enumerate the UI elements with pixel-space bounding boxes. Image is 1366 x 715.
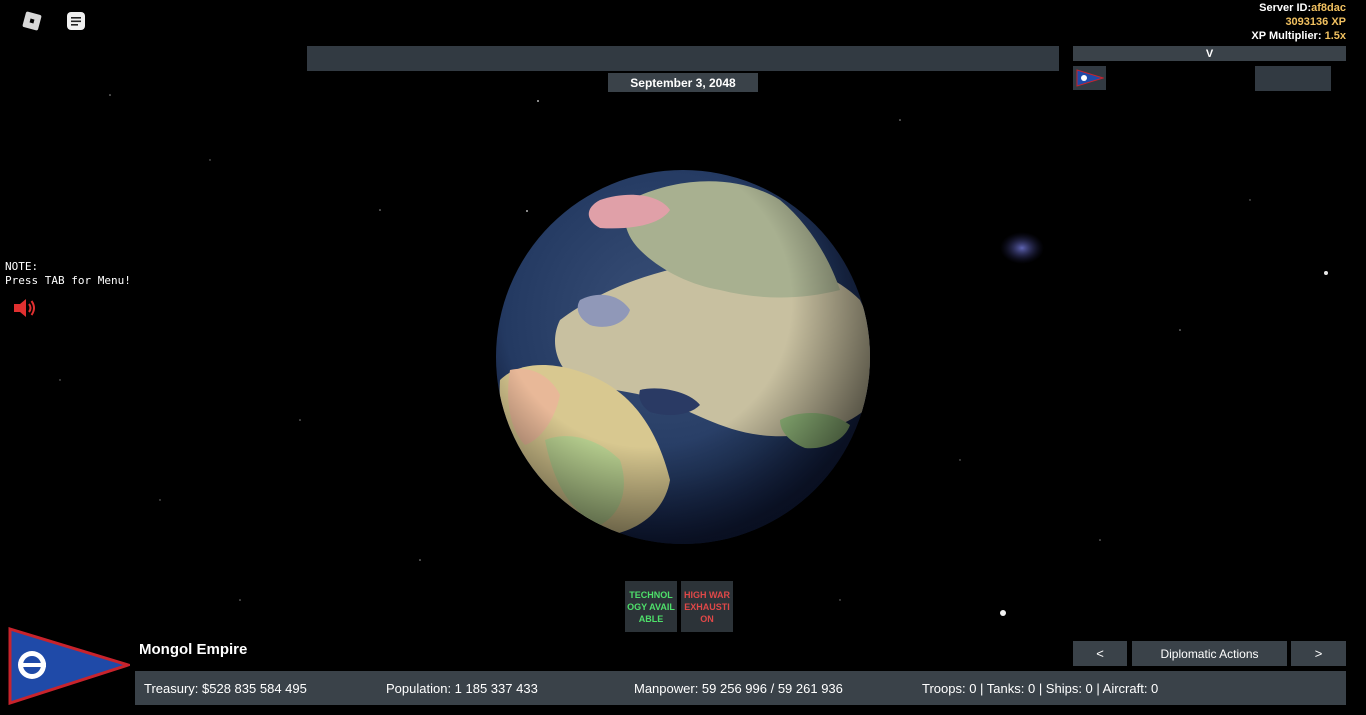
treasury-stat: Treasury: $528 835 584 495 (144, 681, 307, 696)
top-status-bar (307, 46, 1059, 71)
roblox-logo-icon (22, 11, 42, 31)
xp-multiplier-label: XP Multiplier: (1251, 30, 1322, 42)
mongol-empire-flag-icon (1076, 69, 1104, 87)
server-id-value: af8dac (1311, 2, 1346, 14)
server-id-label: Server ID: (1259, 2, 1312, 14)
country-name: Mongol Empire (139, 641, 248, 658)
technology-available-alert[interactable]: TECHNOLOGY AVAILABLE (625, 581, 677, 632)
country-stats-bar: Treasury: $528 835 584 495 Population: 1… (135, 671, 1346, 705)
menu-hint: NOTE: Press TAB for Menu! (5, 260, 131, 288)
chat-icon (67, 12, 85, 30)
diplomacy-prev-button[interactable]: < (1073, 641, 1127, 666)
note-text: Press TAB for Menu! (5, 274, 131, 287)
server-info: Server ID:af8dac 3093136 XP XP Multiplie… (1251, 1, 1346, 43)
diplomatic-actions-button[interactable]: Diplomatic Actions (1132, 641, 1287, 666)
note-label: NOTE: (5, 260, 39, 273)
sound-toggle-button[interactable] (12, 296, 38, 320)
side-panel-country-button[interactable] (1073, 66, 1106, 90)
xp-multiplier-value: 1.5x (1324, 30, 1346, 42)
military-stat: Troops: 0 | Tanks: 0 | Ships: 0 | Aircra… (922, 681, 1159, 696)
xp-total: 3093136 XP (1285, 16, 1346, 28)
roblox-menu-button[interactable] (20, 9, 44, 33)
side-panel-toggle[interactable]: V (1073, 46, 1346, 61)
war-exhaustion-alert[interactable]: HIGH WAR EXHAUSTION (681, 581, 733, 632)
chat-button[interactable] (63, 8, 89, 34)
globe[interactable] (496, 170, 876, 544)
country-flag-button[interactable] (8, 626, 134, 706)
speaker-icon (14, 299, 35, 317)
side-panel-slot[interactable] (1255, 66, 1331, 91)
nebula (1000, 232, 1044, 264)
game-date: September 3, 2048 (608, 73, 758, 92)
pennant-flag-icon (8, 626, 134, 706)
manpower-stat: Manpower: 59 256 996 / 59 261 936 (634, 681, 843, 696)
diplomacy-next-button[interactable]: > (1291, 641, 1346, 666)
population-stat: Population: 1 185 337 433 (386, 681, 538, 696)
